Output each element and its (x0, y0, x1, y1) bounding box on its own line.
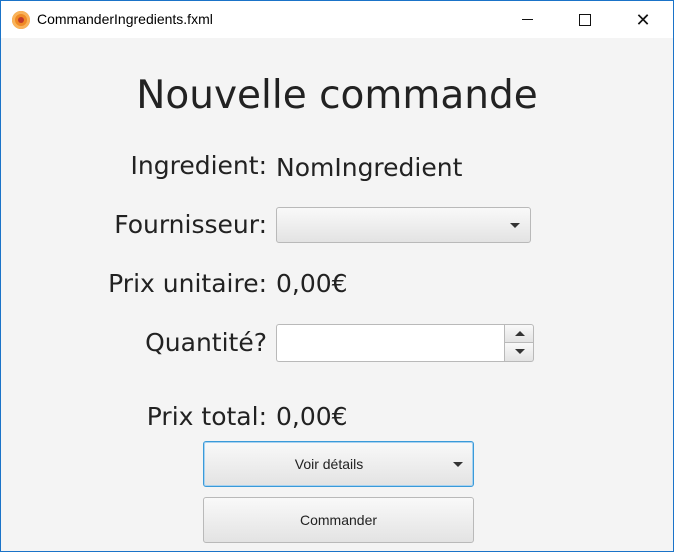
arrow-up-icon (515, 331, 525, 336)
details-button-label: Voir détails (294, 456, 364, 472)
supplier-combobox[interactable] (276, 207, 531, 243)
title-bar: CommanderIngredients.fxml ✕ (1, 1, 673, 38)
minimize-icon (521, 19, 533, 20)
chevron-down-icon (510, 223, 520, 228)
app-icon (12, 11, 30, 29)
total-price-label: Prix total: (146, 402, 267, 431)
total-price-value: 0,00€ (276, 402, 348, 431)
quantity-label: Quantité? (145, 328, 267, 357)
arrow-down-icon (515, 349, 525, 354)
page-title: Nouvelle commande (136, 73, 538, 118)
details-menu-button[interactable]: Voir détails (203, 441, 474, 487)
close-button[interactable]: ✕ (614, 1, 672, 38)
quantity-decrement-button[interactable] (504, 343, 534, 362)
unit-price-label: Prix unitaire: (108, 269, 267, 298)
maximize-icon (579, 13, 591, 26)
window-title: CommanderIngredients.fxml (37, 11, 213, 27)
minimize-button[interactable] (498, 1, 556, 38)
quantity-spinner (276, 324, 534, 362)
quantity-increment-button[interactable] (504, 324, 534, 343)
order-button[interactable]: Commander (203, 497, 474, 543)
app-window: CommanderIngredients.fxml ✕ Nouvelle com… (0, 0, 674, 552)
unit-price-value: 0,00€ (276, 269, 348, 298)
maximize-button[interactable] (556, 1, 614, 38)
ingredient-label: Ingredient: (130, 151, 267, 180)
ingredient-value: NomIngredient (276, 153, 463, 182)
close-icon: ✕ (635, 9, 651, 30)
quantity-input[interactable] (276, 324, 504, 362)
chevron-down-icon (453, 462, 463, 467)
supplier-label: Fournisseur: (114, 210, 267, 239)
